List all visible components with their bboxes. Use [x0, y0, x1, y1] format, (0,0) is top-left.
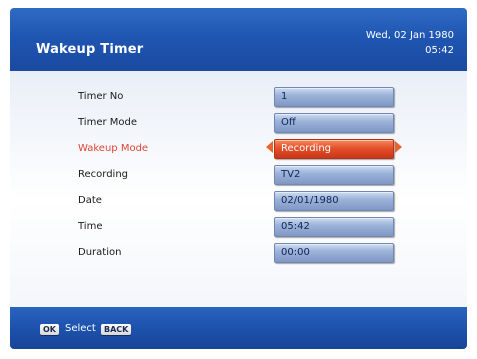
ok-key-icon: OK: [40, 324, 59, 335]
time-label: Time: [78, 221, 103, 232]
wakeup-mode-value: Recording: [281, 143, 332, 154]
recording-field[interactable]: TV2: [274, 165, 394, 185]
date-label: Date: [78, 195, 102, 206]
date-value: 02/01/1980: [281, 195, 339, 206]
date-field[interactable]: 02/01/1980: [274, 191, 394, 211]
header-time: 05:42: [425, 45, 454, 56]
header-date: Wed, 02 Jan 1980: [365, 30, 454, 41]
timer-no-field[interactable]: 1: [274, 87, 394, 107]
timer-mode-field[interactable]: Off: [274, 113, 394, 133]
settings-panel: Timer No 1 Timer Mode Off Wakeup Mode Re…: [10, 71, 467, 307]
timer-mode-label: Timer Mode: [78, 117, 138, 128]
duration-label: Duration: [78, 247, 122, 258]
wakeup-mode-field[interactable]: Recording: [274, 139, 394, 159]
select-hint: Select: [65, 323, 96, 334]
time-field[interactable]: 05:42: [274, 217, 394, 237]
duration-field[interactable]: 00:00: [274, 243, 394, 263]
timer-no-label: Timer No: [78, 91, 124, 102]
header-bar: Wakeup Timer Wed, 02 Jan 1980 05:42: [10, 8, 467, 71]
recording-value: TV2: [281, 169, 301, 180]
recording-label: Recording: [78, 169, 129, 180]
timer-mode-value: Off: [281, 117, 296, 128]
wakeup-mode-selector: Recording: [10, 138, 467, 160]
tv-screen: Wakeup Timer Wed, 02 Jan 1980 05:42 Time…: [10, 8, 467, 349]
timer-no-value: 1: [281, 91, 288, 102]
footer-bar: OK Select BACK: [10, 307, 467, 349]
time-value: 05:42: [281, 221, 310, 232]
arrow-right-icon[interactable]: [395, 141, 402, 153]
duration-value: 00:00: [281, 247, 310, 258]
arrow-left-icon[interactable]: [266, 141, 273, 153]
page-title: Wakeup Timer: [36, 42, 144, 57]
back-key-icon: BACK: [101, 324, 132, 335]
